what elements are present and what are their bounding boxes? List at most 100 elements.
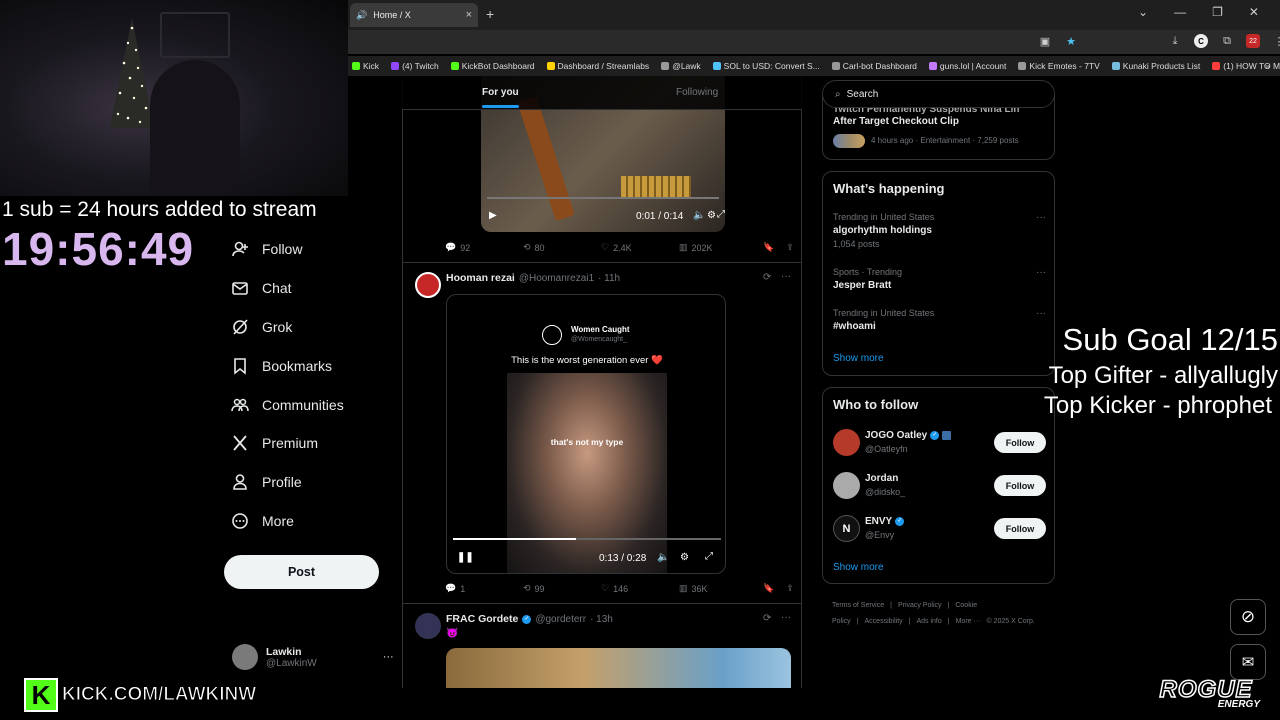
new-tab-button[interactable]: +: [486, 6, 494, 22]
tab-following[interactable]: Following: [676, 87, 718, 98]
follow-button[interactable]: Follow: [994, 475, 1046, 496]
profile-icon[interactable]: C: [1194, 34, 1208, 48]
bookmark-item[interactable]: @Lawk: [661, 61, 701, 71]
settings-icon[interactable]: ⚙: [707, 210, 716, 221]
trend-item[interactable]: Sports · Trending Jesper Bratt ···: [833, 267, 1046, 291]
more-icon[interactable]: ···: [1036, 267, 1046, 278]
suggestion-row[interactable]: Jordan @didsko_ Follow: [833, 472, 1046, 500]
video-player[interactable]: Women Caught @Womencaught_ This is the w…: [446, 294, 726, 574]
play-icon[interactable]: ▶: [489, 210, 497, 221]
views-button[interactable]: ▥ 36K: [679, 583, 763, 594]
menu-icon[interactable]: ⋮: [1272, 34, 1280, 48]
pause-icon[interactable]: ❚❚: [457, 552, 474, 563]
repost-button[interactable]: ⟲ 80: [523, 242, 601, 253]
reply-button[interactable]: 💬 1: [445, 583, 523, 594]
fullscreen-icon[interactable]: ⤢: [705, 551, 713, 562]
star-icon[interactable]: ★: [1064, 34, 1078, 48]
repost-button[interactable]: ⟲ 99: [523, 583, 601, 594]
bookmark-item[interactable]: Kick Emotes - 7TV: [1018, 61, 1100, 71]
views-button[interactable]: ▥ 202K: [679, 242, 763, 253]
like-button[interactable]: ♡ 2.4K: [601, 242, 679, 253]
verified-icon: ✓: [522, 614, 532, 624]
close-window-icon[interactable]: ✕: [1249, 5, 1259, 19]
install-app-icon[interactable]: ▣: [1038, 34, 1052, 48]
post-button[interactable]: Post: [224, 555, 379, 589]
reply-button[interactable]: 💬 92: [445, 242, 523, 253]
avatar: [833, 429, 860, 456]
footer-link[interactable]: More ···: [956, 618, 981, 625]
tab-search-icon[interactable]: ⌄: [1138, 5, 1148, 19]
search-input[interactable]: ⌕ Search: [822, 80, 1055, 108]
grok-icon[interactable]: ⟳: [763, 613, 771, 624]
grok-icon[interactable]: ⟳: [763, 272, 771, 283]
show-more-link[interactable]: Show more: [833, 562, 884, 573]
bookmark-item[interactable]: Carl-bot Dashboard: [831, 61, 917, 71]
download-icon[interactable]: ⤓: [1168, 34, 1182, 48]
browser-tab[interactable]: 🔊 Home / X ×: [350, 3, 478, 27]
bookmark-item[interactable]: Kunaki Products List: [1111, 61, 1200, 71]
extensions-icon[interactable]: ⧉: [1220, 34, 1234, 48]
nav-item-communities[interactable]: Communities: [231, 396, 344, 414]
author-handle[interactable]: @Hoomanrezai1: [519, 273, 594, 284]
restore-icon[interactable]: ❐: [1212, 5, 1223, 19]
suggestion-row[interactable]: N ENVY ✓ @Envy Follow: [833, 515, 1046, 543]
follow-button[interactable]: Follow: [994, 518, 1046, 539]
more-icon[interactable]: ···: [1036, 212, 1046, 223]
avatar[interactable]: [415, 613, 441, 639]
grok-fab[interactable]: ⊘: [1230, 599, 1266, 635]
more-icon[interactable]: ···: [781, 612, 791, 623]
trend-item[interactable]: Trending in United States algorhythm hol…: [833, 212, 1046, 249]
minimize-icon[interactable]: —: [1174, 5, 1186, 19]
author-name[interactable]: FRAC Gordete: [446, 613, 518, 625]
share-icon[interactable]: ⇪: [786, 583, 794, 594]
more-icon[interactable]: ···: [383, 651, 394, 663]
avatar[interactable]: [415, 272, 441, 298]
bookmark-item[interactable]: (4) Twitch: [391, 61, 439, 71]
close-tab-icon[interactable]: ×: [466, 9, 472, 21]
bookmark-icon[interactable]: 🔖: [763, 583, 774, 594]
messages-fab[interactable]: ✉: [1230, 644, 1266, 680]
volume-icon[interactable]: 🔈: [693, 210, 705, 221]
nav-item-follow[interactable]: Follow: [231, 240, 302, 258]
like-button[interactable]: ♡ 146: [601, 583, 679, 594]
post-image[interactable]: [446, 648, 791, 688]
repost-icon: ⟲: [523, 242, 531, 252]
extension-badge-icon[interactable]: 22: [1246, 34, 1260, 48]
video-progress-track[interactable]: [487, 197, 719, 199]
footer-link[interactable]: Privacy Policy: [898, 602, 942, 609]
show-more-link[interactable]: Show more: [833, 353, 884, 364]
nav-item-more[interactable]: More: [231, 512, 294, 530]
tab-for-you[interactable]: For you: [482, 87, 519, 108]
trend-item[interactable]: Trending in United States #whoami ···: [833, 308, 1046, 332]
more-icon[interactable]: ···: [1036, 308, 1046, 319]
fullscreen-icon[interactable]: ⤢: [717, 209, 725, 220]
bookmark-item[interactable]: guns.lol | Account: [928, 61, 1006, 71]
nav-item-grok[interactable]: Grok: [231, 318, 292, 336]
bookmark-icon[interactable]: 🔖: [763, 242, 774, 253]
share-icon[interactable]: ⇪: [786, 242, 794, 253]
heart-icon: ♡: [601, 242, 610, 252]
nav-item-profile[interactable]: Profile: [231, 473, 302, 491]
bookmark-item[interactable]: Dashboard / Streamlabs: [546, 61, 649, 71]
post-text: 😈: [446, 628, 459, 639]
account-switcher[interactable]: Lawkin @LawkinW ···: [232, 644, 394, 670]
nav-item-bookmarks[interactable]: Bookmarks: [231, 357, 332, 375]
footer-separator: |: [908, 618, 911, 625]
bookmark-item[interactable]: Kick: [352, 61, 379, 71]
bookmarks-overflow[interactable]: »: [1265, 61, 1270, 71]
nav-item-chat[interactable]: Chat: [231, 279, 292, 297]
footer-link[interactable]: Accessibility: [865, 618, 903, 625]
bookmark-item[interactable]: KickBot Dashboard: [450, 61, 535, 71]
volume-icon[interactable]: 🔈: [657, 552, 669, 563]
follow-button[interactable]: Follow: [994, 432, 1046, 453]
settings-icon[interactable]: ⚙: [680, 552, 689, 563]
bookmark-item[interactable]: SOL to USD: Convert S...: [712, 61, 820, 71]
author-name[interactable]: Hooman rezai: [446, 272, 515, 284]
nav-item-premium[interactable]: Premium: [231, 434, 318, 452]
suggestion-row[interactable]: JOGO Oatley ✓ @Oatleyfn Follow: [833, 429, 1046, 457]
footer-link[interactable]: Ads info: [916, 618, 941, 625]
footer-link[interactable]: Terms of Service: [832, 602, 884, 609]
footer-link[interactable]: © 2025 X Corp.: [986, 618, 1034, 625]
author-handle[interactable]: @gordeterr: [535, 614, 586, 625]
more-icon[interactable]: ···: [781, 271, 791, 282]
